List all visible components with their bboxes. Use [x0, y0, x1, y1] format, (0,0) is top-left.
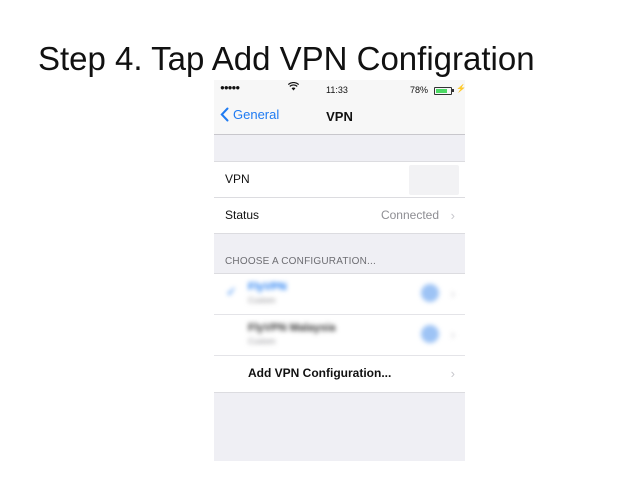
config-name: FlyVPN: [248, 281, 287, 293]
battery-fill: [436, 89, 447, 93]
page-title: VPN: [326, 109, 353, 124]
section-header: CHOOSE A CONFIGURATION...: [225, 256, 376, 267]
chevron-right-icon: ›: [450, 286, 455, 301]
chevron-right-icon: ›: [450, 208, 455, 223]
add-vpn-configuration-label: Add VPN Configuration...: [248, 366, 392, 380]
status-label: Status: [225, 208, 260, 222]
vpn-settings-group: VPN Status Connected ›: [214, 161, 465, 234]
chevron-right-icon: ›: [450, 327, 455, 342]
status-value: Connected: [380, 208, 439, 222]
battery-tip: [452, 89, 454, 92]
signal-strength: ●●●●●: [220, 83, 240, 92]
charging-bolt-icon: ⚡: [456, 84, 465, 93]
status-row[interactable]: Status Connected ›: [214, 198, 465, 234]
vpn-label: VPN: [225, 172, 250, 186]
wifi-icon: [287, 82, 300, 94]
config-subtitle: Custom: [248, 337, 276, 346]
config-subtitle: Custom: [248, 296, 276, 305]
checkmark-icon: ✓: [226, 284, 237, 299]
phone-screen: ●●●●● 11:33 78% ⚡ General VPN VPN Status…: [214, 80, 465, 461]
add-vpn-configuration-button[interactable]: Add VPN Configuration... ›: [214, 356, 465, 392]
slide-title: Step 4. Tap Add VPN Configration: [38, 40, 535, 77]
navigation-bar: General VPN: [214, 100, 465, 135]
info-icon[interactable]: [421, 325, 439, 343]
configuration-list: ✓ FlyVPN Custom › FlyVPN Malaysia Custom…: [214, 273, 465, 393]
chevron-right-icon: ›: [450, 366, 455, 381]
vpn-toggle[interactable]: [409, 165, 459, 195]
config-name: FlyVPN Malaysia: [248, 322, 336, 334]
vpn-toggle-row: VPN: [214, 162, 465, 198]
status-time: 11:33: [326, 85, 348, 95]
config-row-flyvpn-malaysia[interactable]: FlyVPN Malaysia Custom ›: [214, 315, 465, 356]
status-bar: ●●●●● 11:33 78% ⚡: [214, 80, 465, 100]
battery-icon: [434, 87, 452, 95]
battery-percent: 78%: [410, 85, 429, 95]
config-row-flyvpn[interactable]: ✓ FlyVPN Custom ›: [214, 274, 465, 315]
info-icon[interactable]: [421, 284, 439, 302]
